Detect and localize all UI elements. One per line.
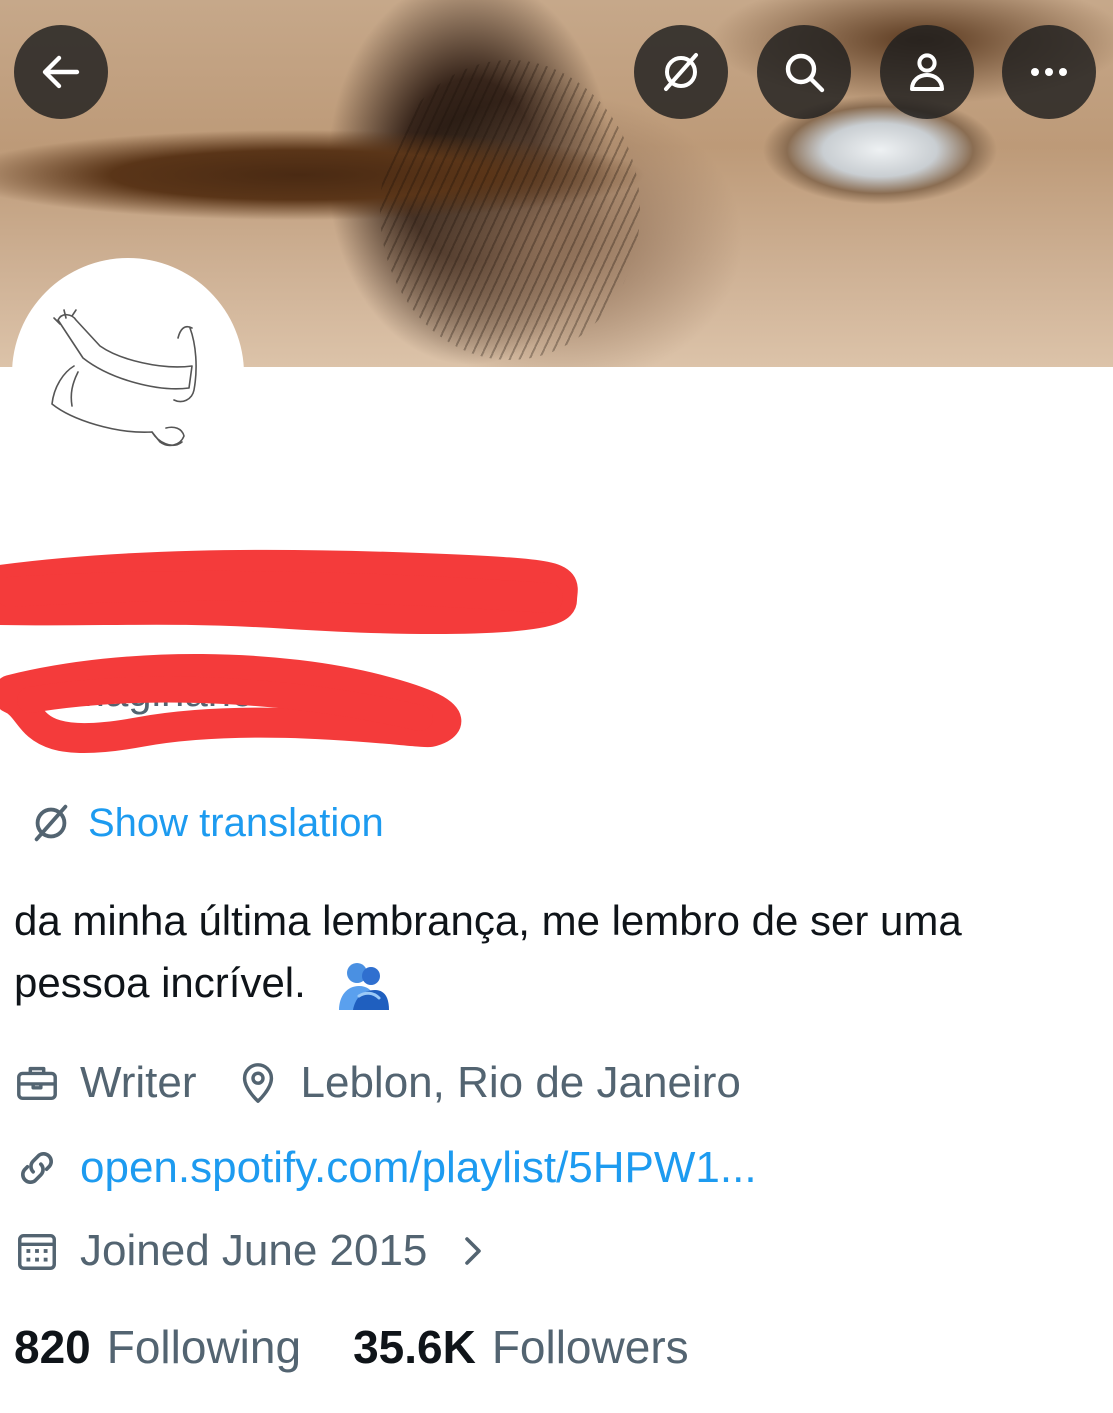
search-button[interactable] bbox=[757, 25, 851, 119]
people-hugging-icon bbox=[339, 962, 390, 1010]
briefcase-icon bbox=[17, 1066, 57, 1101]
show-translation-link[interactable]: Show translation bbox=[28, 800, 384, 846]
more-icon bbox=[1031, 68, 1067, 76]
following-count: 820 bbox=[14, 1321, 91, 1373]
meta-row-profession-location: Writer Leblon, Rio de Janeiro bbox=[14, 1058, 741, 1108]
calendar-icon bbox=[18, 1233, 56, 1270]
translate-button[interactable] bbox=[634, 25, 728, 119]
more-button[interactable] bbox=[1002, 25, 1096, 119]
bio-text: da minha última lembrança, me lembro de … bbox=[14, 897, 962, 1006]
back-button[interactable] bbox=[14, 25, 108, 119]
show-translation-label: Show translation bbox=[88, 800, 384, 845]
following-label: Following bbox=[106, 1321, 302, 1373]
followers-label: Followers bbox=[491, 1321, 689, 1373]
avatar[interactable] bbox=[12, 258, 244, 490]
followers-count: 35.6K bbox=[353, 1321, 476, 1373]
translate-icon bbox=[34, 804, 68, 842]
meta-row-website: open.spotify.com/playlist/5HPW1... bbox=[14, 1143, 757, 1193]
meta-row-joined[interactable]: Joined June 2015 bbox=[14, 1226, 491, 1276]
display-name: imaginários bbox=[14, 553, 362, 620]
hugging-arms-drawing bbox=[51, 309, 197, 447]
website-link[interactable]: open.spotify.com/playlist/5HPW1... bbox=[80, 1143, 757, 1193]
chevron-right-icon[interactable] bbox=[455, 1233, 491, 1269]
handle: @imaginários bbox=[18, 668, 276, 715]
link-icon bbox=[21, 1152, 53, 1184]
account-button[interactable] bbox=[880, 25, 974, 119]
bio: da minha última lembrança, me lembro de … bbox=[14, 890, 1074, 1014]
follow-stats: 820 Following 35.6K Followers bbox=[14, 1320, 689, 1374]
following-stat[interactable]: 820 Following bbox=[14, 1320, 301, 1374]
location-text: Leblon, Rio de Janeiro bbox=[300, 1058, 741, 1107]
translate-icon bbox=[664, 53, 698, 91]
location-pin-icon bbox=[242, 1063, 273, 1103]
joined-text: Joined June 2015 bbox=[80, 1226, 428, 1275]
followers-stat[interactable]: 35.6K Followers bbox=[353, 1320, 689, 1374]
search-icon bbox=[785, 53, 825, 93]
banner-hair-texture bbox=[380, 60, 640, 360]
account-icon bbox=[910, 53, 944, 91]
back-arrow-icon bbox=[42, 55, 80, 89]
profession-text: Writer bbox=[80, 1058, 197, 1107]
